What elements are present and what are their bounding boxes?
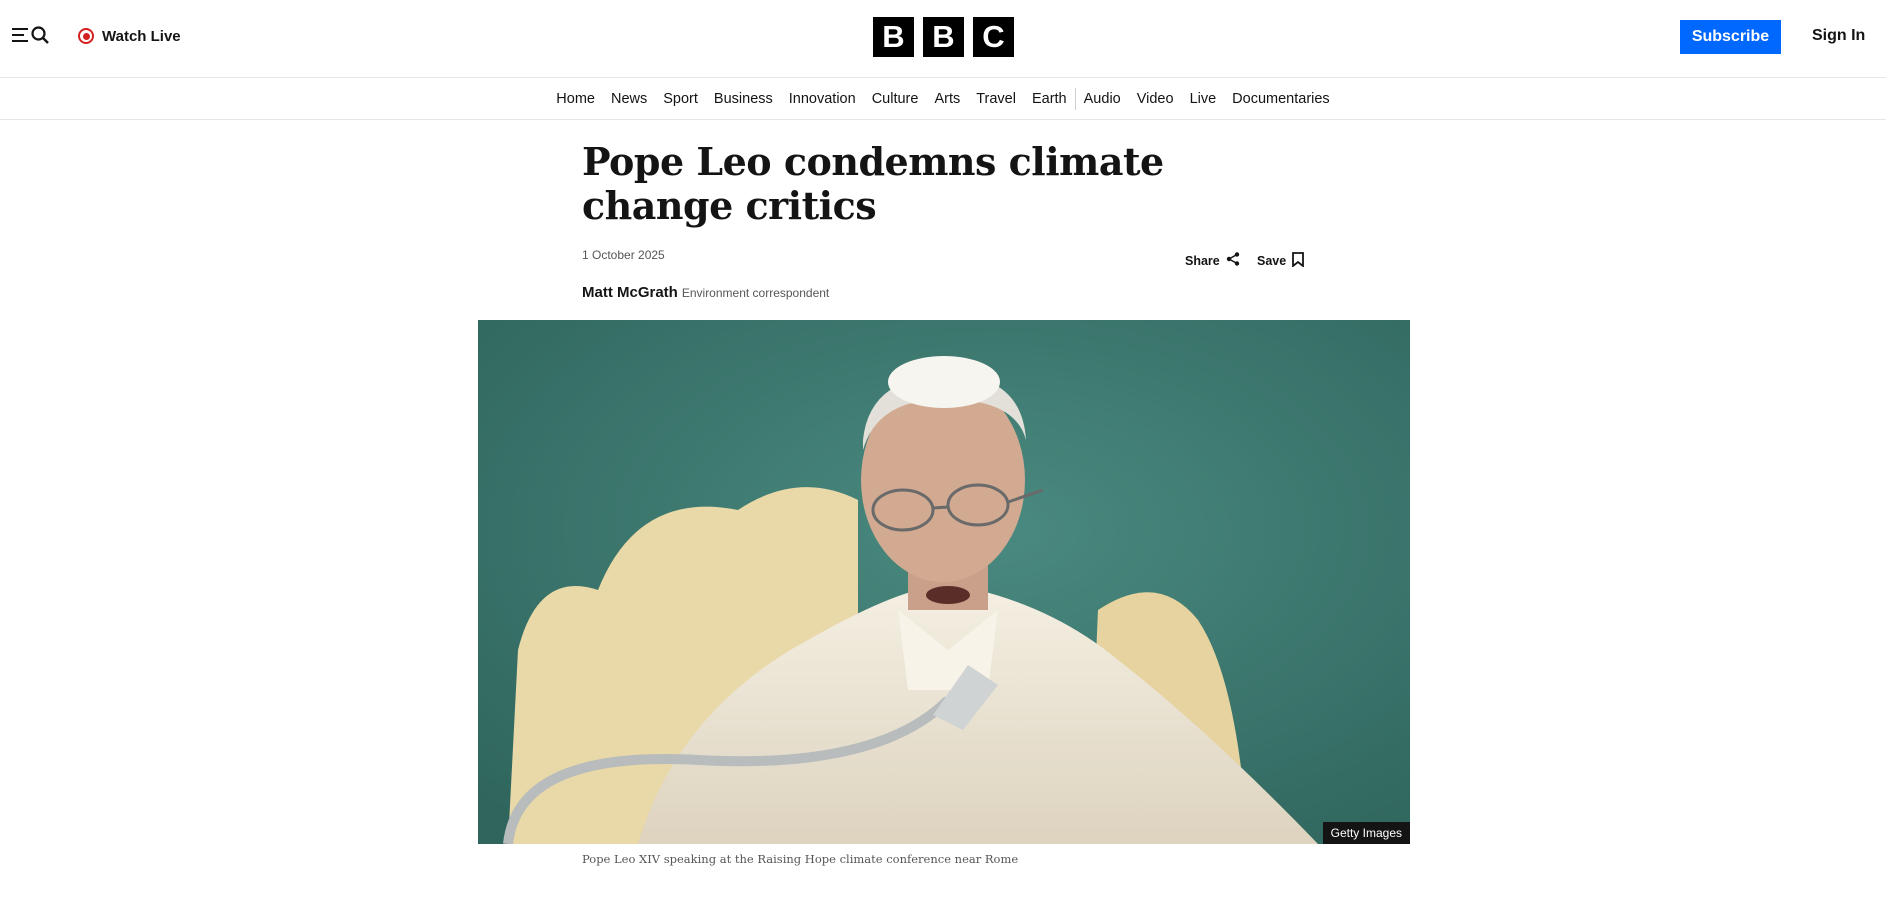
pope-photo-illustration [478, 320, 1410, 844]
nav-item-innovation[interactable]: Innovation [781, 91, 864, 107]
share-label: Share [1185, 253, 1220, 268]
save-button[interactable]: Save [1257, 252, 1305, 270]
nav-item-documentaries[interactable]: Documentaries [1224, 91, 1338, 107]
share-button[interactable]: Share [1185, 252, 1240, 269]
nav-item-live[interactable]: Live [1182, 91, 1225, 107]
main-nav: Home News Sport Business Innovation Cult… [0, 78, 1886, 120]
image-caption: Pope Leo XIV speaking at the Raising Hop… [582, 852, 1019, 866]
byline: Matt McGrath Environment correspondent [582, 284, 829, 301]
subscribe-button[interactable]: Subscribe [1680, 20, 1781, 54]
logo-letter-b1: B [873, 17, 914, 57]
nav-item-business[interactable]: Business [706, 91, 781, 107]
nav-item-video[interactable]: Video [1129, 91, 1182, 107]
nav-item-culture[interactable]: Culture [864, 91, 927, 107]
article-date: 1 October 2025 [582, 248, 665, 262]
author-name[interactable]: Matt McGrath [582, 284, 678, 301]
live-indicator-icon [78, 28, 94, 44]
menu-search-button[interactable] [12, 25, 54, 50]
nav-item-arts[interactable]: Arts [926, 91, 968, 107]
watch-live-label: Watch Live [102, 27, 181, 45]
image-credit: Getty Images [1322, 822, 1410, 844]
bookmark-icon [1292, 252, 1305, 270]
site-header: Watch Live B B C Subscribe Sign In [0, 0, 1886, 78]
nav-item-news[interactable]: News [603, 91, 655, 107]
author-role: Environment correspondent [681, 286, 830, 300]
save-label: Save [1257, 254, 1287, 268]
nav-item-earth[interactable]: Earth [1024, 91, 1075, 107]
nav-item-travel[interactable]: Travel [968, 91, 1024, 107]
menu-icon [12, 27, 30, 48]
logo-letter-c: C [973, 17, 1014, 57]
article-hero-image: Getty Images [478, 320, 1410, 844]
search-icon [30, 25, 50, 50]
nav-items: Home News Sport Business Innovation Cult… [548, 87, 1338, 110]
nav-item-sport[interactable]: Sport [655, 91, 706, 107]
logo-letter-b2: B [923, 17, 964, 57]
nav-item-audio[interactable]: Audio [1076, 91, 1129, 107]
share-icon [1226, 252, 1240, 269]
watch-live-link[interactable]: Watch Live [78, 24, 181, 48]
nav-item-home[interactable]: Home [548, 91, 603, 107]
bbc-logo[interactable]: B B C [873, 17, 1014, 57]
article-headline: Pope Leo condemns climate change critics [582, 139, 1164, 228]
sign-in-link[interactable]: Sign In [1812, 27, 1865, 45]
